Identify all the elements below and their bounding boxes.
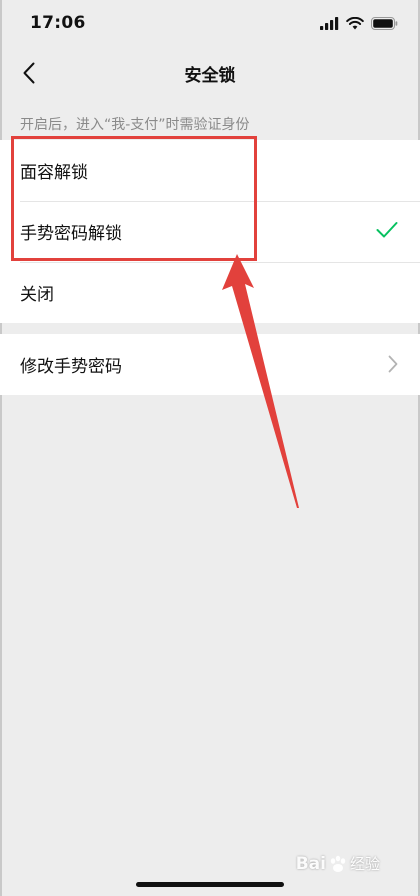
annotation-arrow-icon: [222, 254, 299, 508]
option-label: 关闭: [20, 285, 54, 305]
settings-list: 修改手势密码: [0, 334, 420, 395]
frame-edge-left: [0, 0, 2, 896]
cellular-signal-icon: [320, 16, 339, 30]
chevron-left-icon: [23, 62, 35, 84]
option-label: 手势密码解锁: [20, 224, 122, 244]
setting-label: 修改手势密码: [20, 357, 122, 377]
option-face-unlock[interactable]: 面容解锁: [0, 140, 420, 201]
home-indicator: [136, 882, 284, 887]
status-bar: 17:06: [0, 0, 420, 46]
status-icons: [320, 16, 398, 30]
section-hint: 开启后，进入“我-支付”时需验证身份: [20, 117, 250, 133]
chevron-right-icon: [388, 355, 398, 373]
status-time: 17:06: [30, 13, 86, 33]
option-label: 面容解锁: [20, 163, 88, 183]
back-button[interactable]: [14, 58, 44, 88]
page-title: 安全锁: [184, 65, 236, 86]
watermark-text: 经验: [349, 855, 380, 873]
watermark: Bai 经验: [296, 853, 380, 874]
paw-icon: [330, 855, 346, 872]
option-gesture-unlock[interactable]: 手势密码解锁: [0, 201, 420, 262]
battery-icon: [371, 16, 398, 30]
modify-gesture-password-row[interactable]: 修改手势密码: [0, 334, 420, 395]
option-off[interactable]: 关闭: [0, 262, 420, 323]
checkmark-icon: [376, 222, 398, 238]
watermark-logo: Bai: [295, 853, 326, 874]
nav-bar: 安全锁: [0, 46, 420, 100]
wifi-icon: [346, 16, 364, 29]
lock-options-list: 面容解锁 手势密码解锁 关闭: [0, 140, 420, 323]
